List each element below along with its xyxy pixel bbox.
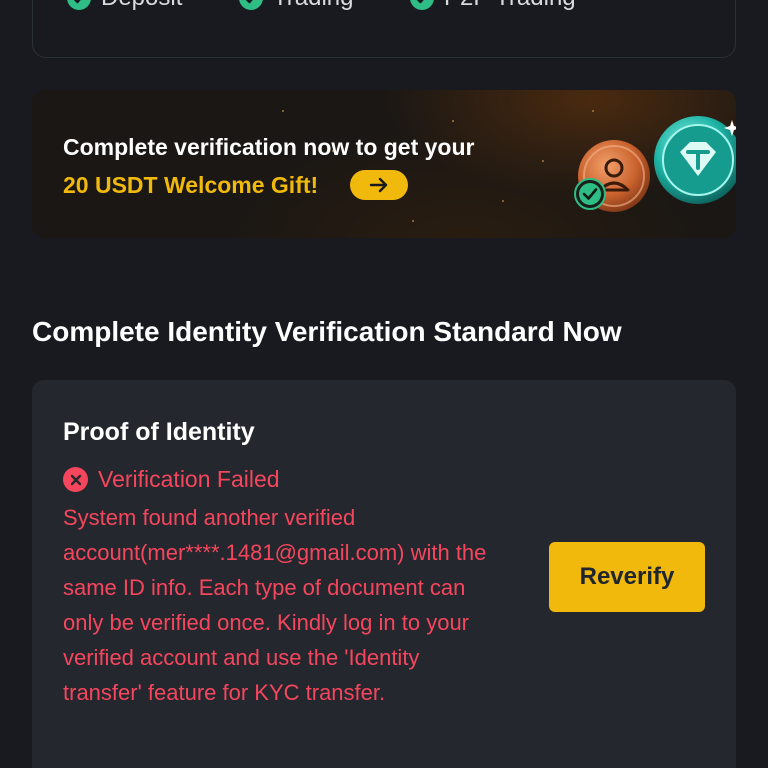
card-title: Proof of Identity [63,418,255,446]
promo-headline: Complete verification now to get your [63,134,475,160]
arrow-right-icon[interactable] [350,170,409,200]
feature-p2p-trading: P2P Trading [410,0,576,12]
reverify-button[interactable]: Reverify [549,542,705,612]
check-circle-icon [67,0,91,10]
page: Deposit Trading P2P Trading Complete ver… [0,0,768,768]
promo-gift-text: 20 USDT Welcome Gift! [63,171,319,198]
check-circle-icon [410,0,434,10]
check-circle-icon [239,0,263,10]
usdt-coin-icon [654,116,736,204]
feature-label: Deposit [101,0,182,12]
feature-trading: Trading [239,0,353,12]
feature-deposit: Deposit [67,0,182,12]
identity-coin-icon [574,140,650,212]
promo-text: Complete verification now to get your 20… [63,134,474,200]
verification-status: Verification Failed [63,466,280,493]
unlocked-features-card: Deposit Trading P2P Trading [32,0,736,58]
proof-of-identity-card: Proof of Identity Verification Failed Sy… [32,380,736,768]
failure-message: System found another verified account(me… [63,505,487,705]
status-label: Verification Failed [98,466,280,492]
error-x-icon [63,467,88,492]
feature-label: P2P Trading [444,0,576,12]
section-title: Complete Identity Verification Standard … [32,316,622,347]
feature-label: Trading [273,0,353,12]
welcome-gift-banner[interactable]: Complete verification now to get your 20… [32,90,736,238]
promo-gift-line: 20 USDT Welcome Gift! [63,170,474,200]
